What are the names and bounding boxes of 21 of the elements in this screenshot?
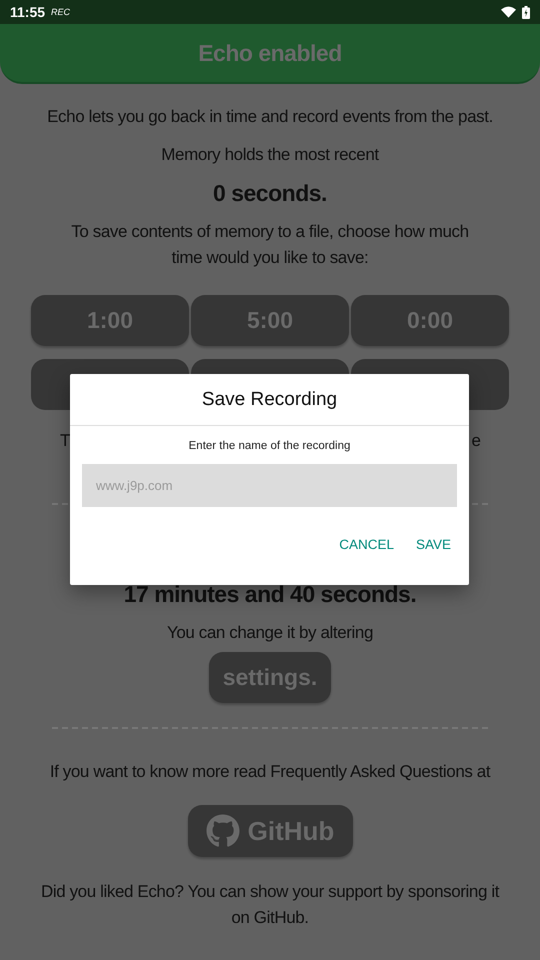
memory-label: Memory holds the most recent	[161, 144, 379, 166]
change-hint: You can change it by altering	[166, 622, 374, 644]
save-prompt: To save contents of memory to a file, choose how much time would you like to save:	[70, 221, 470, 269]
faq-text: If you want to know more read Frequently Asked Questions at	[50, 761, 490, 783]
wifi-icon	[501, 6, 516, 18]
dialog-message: Enter the name of the recording	[188, 440, 352, 452]
dialog-action-button[interactable]: CANCEL	[331, 531, 402, 558]
sponsor-text: Did you liked Echo? You can show your support by sponsoring it on GitHub.	[40, 881, 500, 929]
dialog-title: Save Recording	[70, 374, 469, 426]
recording-indicator: REC	[51, 7, 70, 17]
cat-logo-icon	[206, 814, 240, 848]
dialog-action-button[interactable]: SAVE	[408, 531, 459, 558]
name-field[interactable]: www.j9p.com	[82, 464, 457, 507]
covered-text: T	[60, 431, 70, 451]
header-title: Echo enabled	[198, 40, 342, 66]
covered-text: e	[472, 431, 481, 451]
limit-value: 17 minutes and 40 seconds.	[124, 581, 416, 608]
intro-text: Echo lets you go back in time and record events from the past.	[47, 106, 493, 128]
memory-value: 0 seconds.	[213, 180, 327, 207]
status-time: 11:55	[10, 4, 46, 20]
battery-icon	[522, 6, 530, 18]
